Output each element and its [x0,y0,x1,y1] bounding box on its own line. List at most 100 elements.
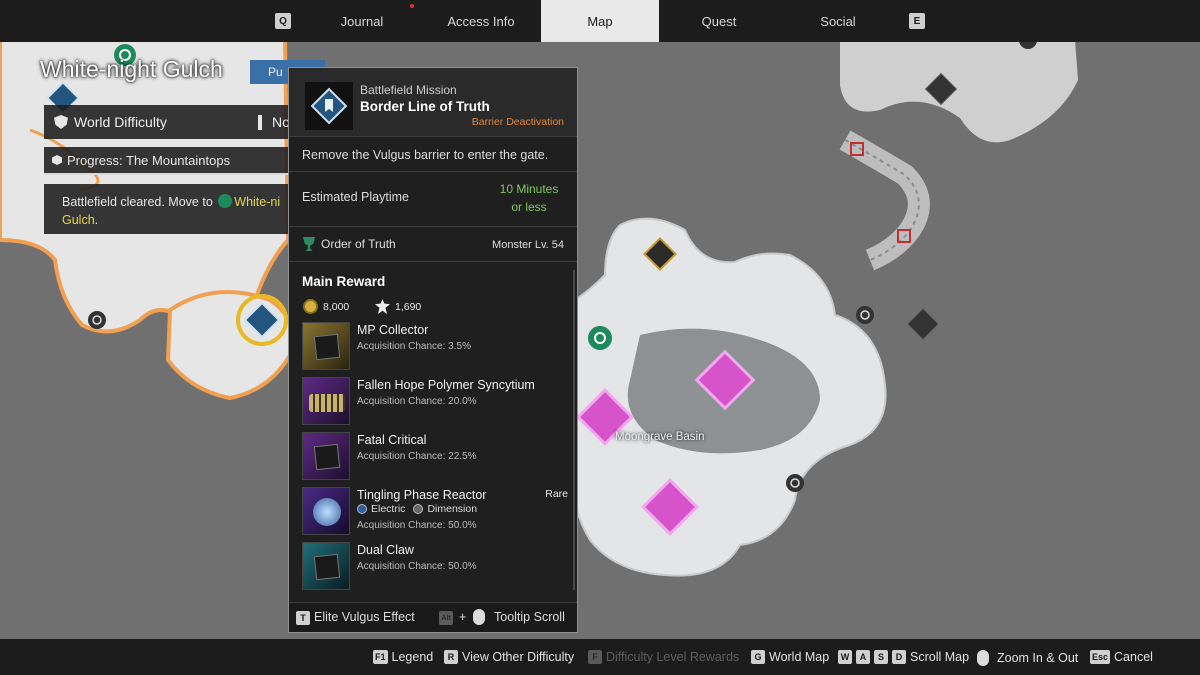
tooltip-footer: T Elite Vulgus Effect Alt + Tooltip Scro… [289,602,577,632]
progress-icon [52,155,62,165]
mission-tooltip: Battlefield Mission Border Line of Truth… [288,67,578,633]
item-name: Dual Claw [357,543,414,557]
item-rarity: Rare [545,488,568,500]
divider [289,171,577,172]
difficulty-divider [258,115,262,130]
mission-icon [305,82,353,130]
electric-icon [357,504,367,514]
tab-quest[interactable]: Quest [660,0,778,42]
key-d: D [892,650,906,664]
item-name: Fatal Critical [357,433,427,447]
world-difficulty-panel[interactable]: World Difficulty No [44,105,294,139]
alt-key: Alt [439,611,453,625]
progress-label: Progress: The Mountaintops [67,152,231,168]
key-w: W [838,650,852,664]
item-icon-phase-reactor [302,487,350,535]
elite-effect-label[interactable]: Elite Vulgus Effect [314,610,415,624]
top-navigation: Q Journal Access Info Map Quest Social E [0,0,1200,42]
map-region-label: Moongrave Basin [615,431,705,443]
hint-cancel[interactable]: Esc Cancel [1090,650,1153,664]
item-chance: Acquisition Chance: 50.0% [357,520,477,531]
tooltip-header: Battlefield Mission Border Line of Truth… [289,68,577,136]
mouse-icon [977,650,989,666]
status-suffix: . [94,213,99,227]
reward-item[interactable]: MP Collector Acquisition Chance: 3.5% [302,322,568,372]
map-canvas[interactable] [0,0,1200,675]
status-location-a[interactable]: White-ni [234,195,280,209]
item-chance: Acquisition Chance: 3.5% [357,341,471,352]
xp-icon [375,299,390,314]
status-text: Battlefield cleared. Move to [62,195,213,209]
tab-map[interactable]: Map [541,0,659,42]
key-a: A [856,650,870,664]
divider [289,261,577,262]
reward-title: Main Reward [302,274,386,289]
hint-label: World Map [769,650,830,664]
gold-reward: 8,000 [303,299,349,314]
xp-reward: 1,690 [375,299,421,314]
tab-access-info[interactable]: Access Info [422,0,540,42]
item-chance: Acquisition Chance: 50.0% [357,561,477,572]
target-icon [218,194,233,208]
item-tag-electric: Electric [371,503,406,515]
plus-sign: + [459,610,467,624]
hint-difficulty-rewards: F Difficulty Level Rewards [588,650,739,664]
elite-effect-key[interactable]: T [296,611,310,625]
hint-world-map[interactable]: G World Map [751,650,829,664]
item-chance: Acquisition Chance: 20.0% [357,396,477,407]
divider [289,226,577,227]
key-f1: F1 [373,650,388,664]
item-icon-polymer [302,377,350,425]
item-icon-dual-claw [302,542,350,590]
world-difficulty-label: World Difficulty [74,114,167,130]
item-icon-fatal-critical [302,432,350,480]
playtime-value-line1: 10 Minutes [499,182,559,196]
hint-label: Scroll Map [910,650,970,664]
item-tags: Electric Dimension [357,503,477,515]
item-tag-dimension: Dimension [427,503,478,515]
hint-label: Cancel [1114,650,1153,664]
hint-label: Legend [391,650,434,664]
tab-journal[interactable]: Journal [303,0,421,42]
hint-zoom[interactable]: Zoom In & Out [977,650,1078,666]
hint-label: View Other Difficulty [462,650,575,664]
playtime-value-line2: or less [511,200,547,214]
xp-amount: 1,690 [395,300,422,313]
item-name: Tingling Phase Reactor [357,488,487,502]
gold-coin-icon [303,299,318,314]
hint-other-difficulty[interactable]: R View Other Difficulty [444,650,574,664]
nav-right-key[interactable]: E [909,13,925,29]
hint-scroll-map[interactable]: W A S D Scroll Map [838,650,969,664]
item-name: Fallen Hope Polymer Syncytium [357,378,535,392]
trophy-icon [303,237,315,251]
hint-label: Zoom In & Out [997,651,1079,665]
tooltip-scrollbar[interactable] [573,270,575,590]
faction-name: Order of Truth [321,237,396,251]
faction-row: Order of Truth [303,237,396,251]
mission-subtype: Barrier Deactivation [471,116,564,128]
monster-level: Monster Lv. 54 [492,239,564,251]
reward-item[interactable]: Tingling Phase Reactor Rare Electric Dim… [302,487,568,542]
hint-legend[interactable]: F1 Legend [373,650,433,664]
reward-item[interactable]: Dual Claw Acquisition Chance: 50.0% [302,542,568,592]
progress-panel[interactable]: Progress: The Mountaintops [44,147,294,175]
playtime-label: Estimated Playtime [302,190,409,204]
tooltip-scroll-label: Tooltip Scroll [494,610,565,624]
reward-item[interactable]: Fallen Hope Polymer Syncytium Acquisitio… [302,377,568,427]
status-location-b[interactable]: Gulch [62,213,95,227]
dimension-icon [413,504,424,514]
mission-name: Border Line of Truth [360,99,490,114]
item-chance: Acquisition Chance: 22.5% [357,451,477,462]
hint-label: Difficulty Level Rewards [606,650,740,664]
tab-social[interactable]: Social [779,0,897,42]
mouse-icon [473,609,485,625]
key-f: F [588,650,602,664]
reward-item[interactable]: Fatal Critical Acquisition Chance: 22.5% [302,432,568,482]
shield-icon [54,115,68,129]
item-name: MP Collector [357,323,429,337]
gold-amount: 8,000 [323,300,350,313]
nav-left-key[interactable]: Q [275,13,291,29]
key-r: R [444,650,458,664]
playtime-value: 10 Minutes or less [494,180,564,216]
item-icon-mp-collector [302,322,350,370]
